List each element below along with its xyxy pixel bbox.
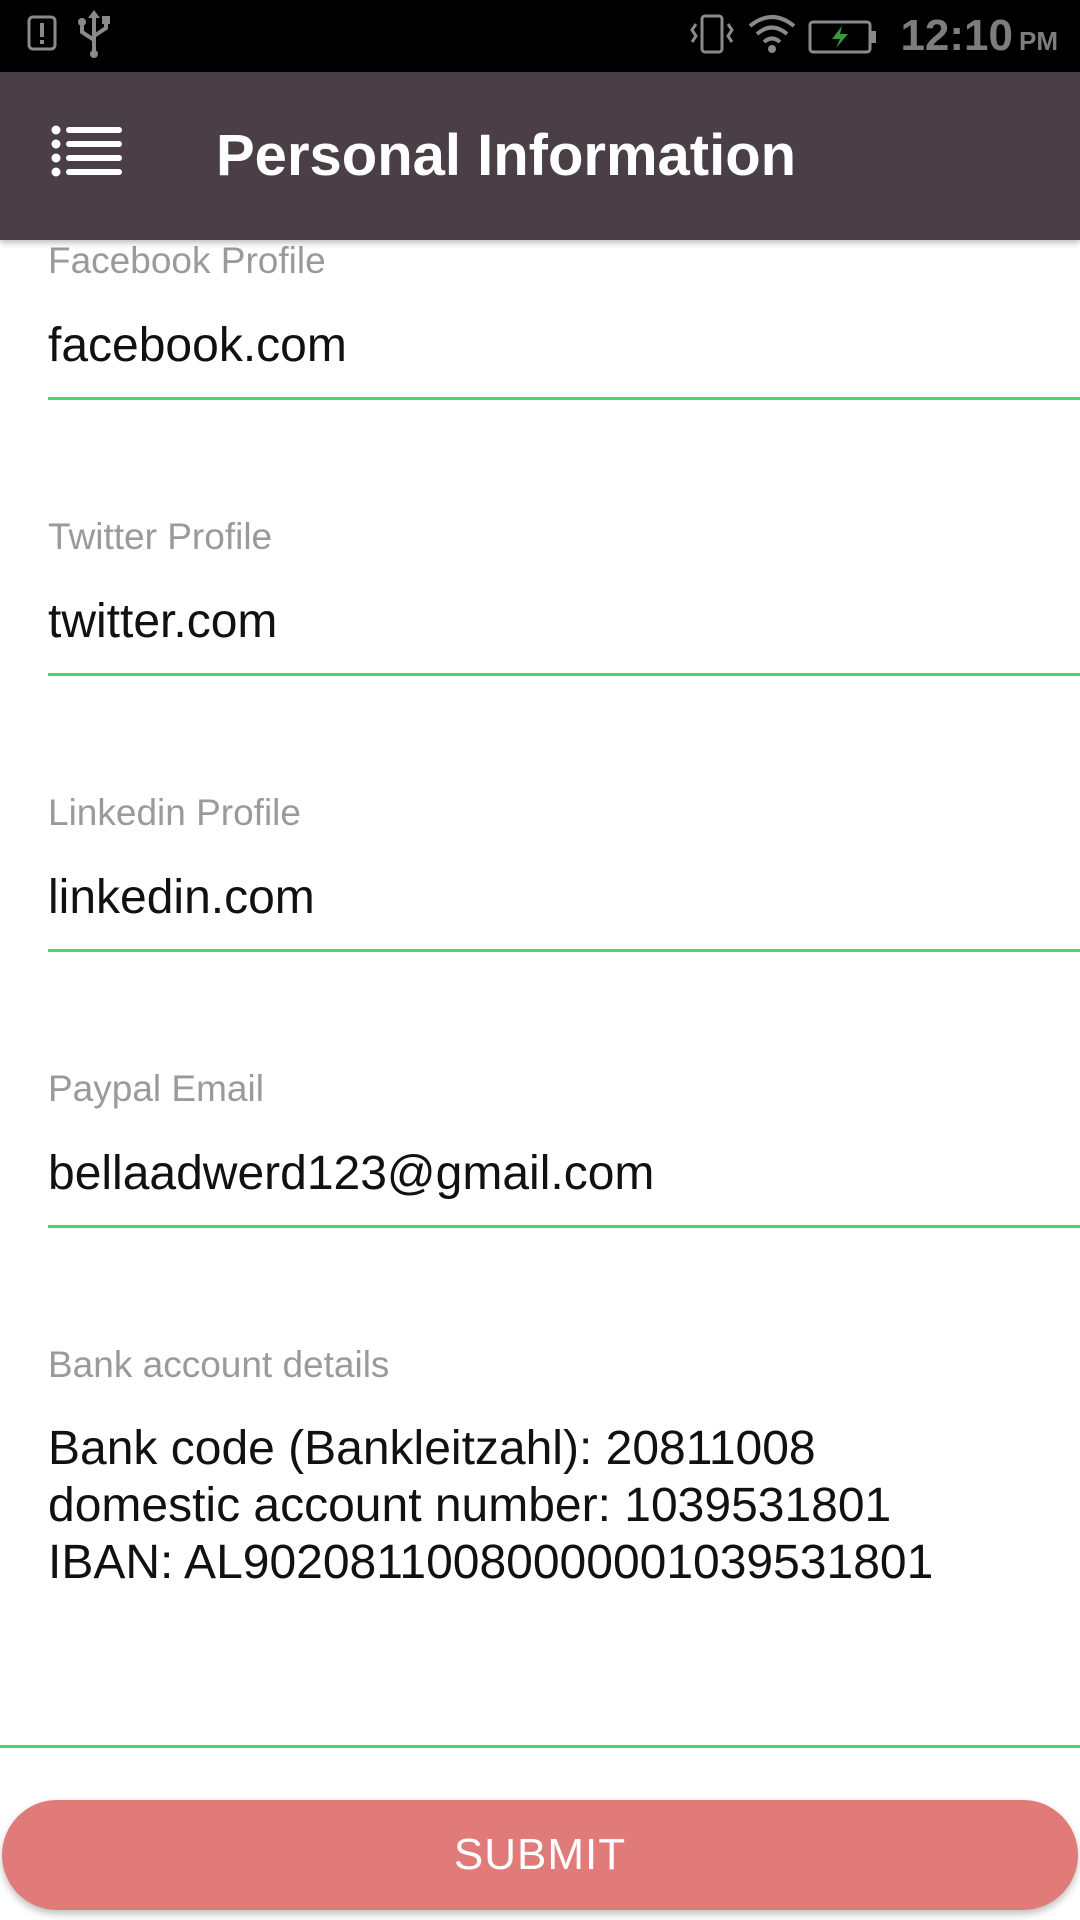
facebook-profile-label: Facebook Profile [48, 240, 326, 281]
twitter-profile-underline [48, 673, 1080, 676]
status-time-value: 12:10 [900, 11, 1013, 60]
linkedin-profile-label: Linkedin Profile [48, 792, 301, 833]
twitter-profile-label: Twitter Profile [48, 516, 273, 557]
linkedin-profile-input[interactable]: linkedin.com [48, 870, 1048, 925]
twitter-profile-input[interactable]: twitter.com [48, 594, 1048, 649]
battery-charging-icon [808, 20, 878, 59]
paypal-email-underline [48, 1225, 1080, 1228]
paypal-email-label: Paypal Email [48, 1068, 264, 1109]
facebook-profile-input[interactable]: facebook.com [48, 318, 1048, 373]
alert-icon [26, 14, 60, 59]
page-title: Personal Information [216, 123, 797, 188]
vibrate-icon [690, 14, 734, 61]
bank-details-textarea[interactable]: Bank code (Bankleitzahl): 20811008 domes… [48, 1420, 1058, 1591]
app-bar: Personal Information [0, 72, 1080, 240]
status-bar: 12:10 PM [0, 0, 1080, 72]
status-time-ampm: PM [1019, 26, 1058, 56]
menu-list-icon [51, 125, 122, 177]
linkedin-profile-underline [48, 949, 1080, 952]
bank-details-label: Bank account details [48, 1344, 390, 1385]
paypal-email-input[interactable]: bellaadwerd123@gmail.com [48, 1146, 1048, 1201]
wifi-icon [748, 14, 796, 59]
bank-details-underline [0, 1745, 1080, 1748]
submit-button[interactable]: SUBMIT [2, 1800, 1078, 1910]
facebook-profile-underline [48, 397, 1080, 400]
usb-icon [74, 10, 114, 63]
status-time: 12:10 PM [900, 6, 1058, 66]
menu-button[interactable] [48, 122, 148, 192]
